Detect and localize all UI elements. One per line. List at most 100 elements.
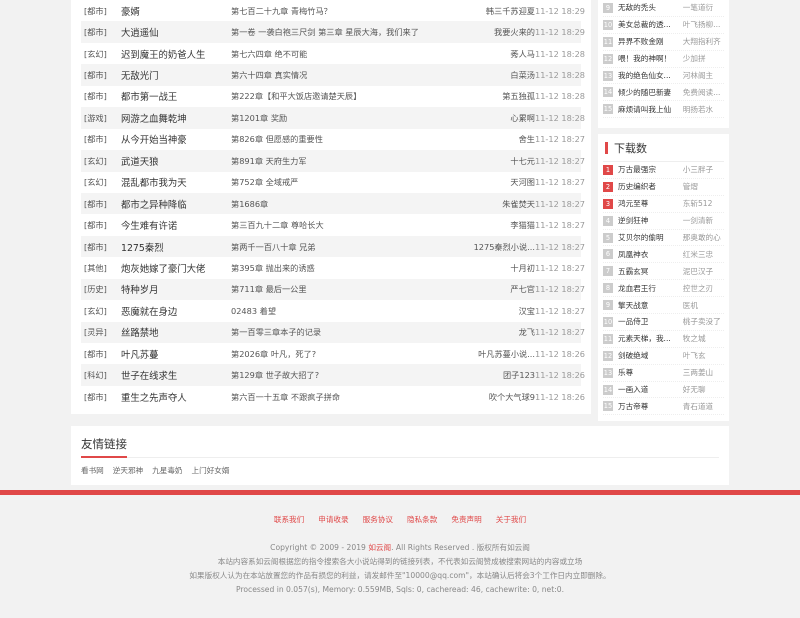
- chapter-link[interactable]: 第七六四章 绝不可能: [231, 48, 453, 60]
- book-title-link[interactable]: 世子在线求生: [121, 368, 231, 382]
- chapter-link[interactable]: 第395章 抛出来的诱惑: [231, 262, 453, 274]
- book-title-link[interactable]: 特种岁月: [121, 282, 231, 296]
- chapter-link[interactable]: 第1686章: [231, 198, 453, 210]
- author-link[interactable]: 十七元: [453, 155, 535, 167]
- book-title-link[interactable]: 今生难有许诺: [121, 218, 231, 232]
- site-name-link[interactable]: 如云阁: [368, 543, 391, 552]
- book-title-link[interactable]: 网游之血舞乾坤: [121, 111, 231, 125]
- footer-nav-link[interactable]: 联系我们: [274, 514, 304, 525]
- rank-author-link[interactable]: 红米三忠: [683, 249, 724, 260]
- chapter-link[interactable]: 第826章 但愿感的重要性: [231, 133, 453, 145]
- rank-book-link[interactable]: 倾少的随巴新妻: [618, 87, 683, 98]
- chapter-link[interactable]: 第222章【和平大饭店邀请楚天辰】: [231, 90, 453, 102]
- author-link[interactable]: 第五独孤: [453, 90, 535, 102]
- footer-nav-link[interactable]: 申请收录: [318, 514, 348, 525]
- rank-book-link[interactable]: 元素天梯，我...: [618, 333, 683, 344]
- rank-author-link[interactable]: 三两姜山: [683, 367, 724, 378]
- friend-link[interactable]: 九星毒奶: [152, 465, 182, 476]
- book-title-link[interactable]: 叶凡苏蔓: [121, 347, 231, 361]
- footer-nav-link[interactable]: 关于我们: [496, 514, 526, 525]
- rank-author-link[interactable]: 牧之城: [683, 333, 724, 344]
- chapter-link[interactable]: 第六百一十五章 不跟疯子拼命: [231, 391, 453, 403]
- rank-author-link[interactable]: 叶飞扬柳...: [683, 19, 724, 30]
- rank-book-link[interactable]: 剑破绝域: [618, 350, 683, 361]
- author-link[interactable]: 舍生: [453, 133, 535, 145]
- rank-book-link[interactable]: 艾贝尔的偷明: [618, 232, 683, 243]
- rank-book-link[interactable]: 龙血君王行: [618, 283, 683, 294]
- author-link[interactable]: 心累啊: [453, 112, 535, 124]
- author-link[interactable]: 团子123: [453, 369, 535, 381]
- rank-author-link[interactable]: 一笔道衍: [683, 2, 724, 13]
- chapter-link[interactable]: 第三百九十二章 尊哈长大: [231, 219, 453, 231]
- author-link[interactable]: 叶凡苏蔓小说...: [453, 348, 535, 360]
- chapter-link[interactable]: 第752章 全域戒严: [231, 176, 453, 188]
- chapter-link[interactable]: 第891章 天府生力军: [231, 155, 453, 167]
- author-link[interactable]: 我要火来的: [453, 26, 535, 38]
- rank-author-link[interactable]: 大翔指利齐: [683, 36, 724, 47]
- book-title-link[interactable]: 都市之异种降临: [121, 197, 231, 211]
- author-link[interactable]: 汉宝: [453, 305, 535, 317]
- book-title-link[interactable]: 重生之先声夺人: [121, 390, 231, 404]
- book-title-link[interactable]: 迟到魔王的奶爸人生: [121, 47, 231, 61]
- rank-book-link[interactable]: 擎天战意: [618, 300, 683, 311]
- chapter-link[interactable]: 02483 着望: [231, 305, 453, 317]
- rank-book-link[interactable]: 逆剑狂神: [618, 215, 683, 226]
- book-title-link[interactable]: 无敌光门: [121, 68, 231, 82]
- chapter-link[interactable]: 第六十四章 真实情况: [231, 69, 453, 81]
- rank-book-link[interactable]: 鸿元至尊: [618, 198, 683, 209]
- chapter-link[interactable]: 第两千一百八十章 兄弟: [231, 241, 453, 253]
- rank-author-link[interactable]: 一剑清新: [683, 215, 724, 226]
- rank-author-link[interactable]: 免费阅读...: [683, 87, 724, 98]
- rank-book-link[interactable]: 一品侍卫: [618, 316, 683, 327]
- book-title-link[interactable]: 都市第一战王: [121, 89, 231, 103]
- friend-link[interactable]: 逆天邪神: [113, 465, 143, 476]
- author-link[interactable]: 李猫猫: [453, 219, 535, 231]
- book-title-link[interactable]: 恶魔就在身边: [121, 304, 231, 318]
- rank-author-link[interactable]: 医机: [683, 300, 724, 311]
- chapter-link[interactable]: 第一百零三章本子的记录: [231, 326, 453, 338]
- author-link[interactable]: 严七官: [453, 283, 535, 295]
- chapter-link[interactable]: 第七百二十九章 青梅竹马？: [231, 5, 453, 17]
- rank-book-link[interactable]: 乐尊: [618, 367, 683, 378]
- rank-author-link[interactable]: 叶飞玄: [683, 350, 724, 361]
- chapter-link[interactable]: 第129章 世子故大招了?: [231, 369, 453, 381]
- rank-author-link[interactable]: 好无聊: [683, 384, 724, 395]
- book-title-link[interactable]: 混乱都市我为天: [121, 175, 231, 189]
- rank-book-link[interactable]: 历史编织者: [618, 181, 683, 192]
- rank-book-link[interactable]: 万古最强宗: [618, 164, 683, 175]
- footer-nav-link[interactable]: 免责声明: [451, 514, 481, 525]
- rank-author-link[interactable]: 管熠: [683, 181, 724, 192]
- book-title-link[interactable]: 丝路禁地: [121, 325, 231, 339]
- rank-book-link[interactable]: 喂！我的神啊！: [618, 53, 683, 64]
- author-link[interactable]: 韩三千苏迎夏: [453, 5, 535, 17]
- rank-book-link[interactable]: 凤凰神衣: [618, 249, 683, 260]
- friend-link[interactable]: 上门好女婿: [192, 465, 230, 476]
- rank-book-link[interactable]: 五霸玄冥: [618, 266, 683, 277]
- footer-nav-link[interactable]: 服务协议: [363, 514, 393, 525]
- rank-author-link[interactable]: 青石道道: [683, 401, 724, 412]
- rank-author-link[interactable]: 河林阁主: [683, 70, 724, 81]
- rank-author-link[interactable]: 桃子卖没了: [683, 316, 724, 327]
- author-link[interactable]: 白菜汤: [453, 69, 535, 81]
- book-title-link[interactable]: 武道天狼: [121, 154, 231, 168]
- rank-author-link[interactable]: 那奥敢的心: [683, 232, 724, 243]
- chapter-link[interactable]: 第711章 最后一公里: [231, 283, 453, 295]
- rank-author-link[interactable]: 小三胖子: [683, 164, 724, 175]
- rank-book-link[interactable]: 异界不败金刚: [618, 36, 683, 47]
- rank-author-link[interactable]: 少加拼: [683, 53, 724, 64]
- rank-book-link[interactable]: 麻烦请叫我上仙: [618, 104, 683, 115]
- rank-book-link[interactable]: 无敌的禿头: [618, 2, 683, 13]
- friend-link[interactable]: 看书网: [81, 465, 104, 476]
- rank-author-link[interactable]: 东斩512: [683, 198, 724, 209]
- author-link[interactable]: 龙飞: [453, 326, 535, 338]
- author-link[interactable]: 1275秦烈小说...: [453, 241, 535, 253]
- author-link[interactable]: 莠人马: [453, 48, 535, 60]
- rank-author-link[interactable]: 控世之刃: [683, 283, 724, 294]
- rank-book-link[interactable]: 美女总裁的透...: [618, 19, 683, 30]
- author-link[interactable]: 朱雀焚天: [453, 198, 535, 210]
- book-title-link[interactable]: 从今开始当神豪: [121, 132, 231, 146]
- rank-author-link[interactable]: 明扬若水: [683, 104, 724, 115]
- book-title-link[interactable]: 豪婿: [121, 4, 231, 18]
- rank-author-link[interactable]: 泥巴汉子: [683, 266, 724, 277]
- footer-nav-link[interactable]: 隐私条款: [407, 514, 437, 525]
